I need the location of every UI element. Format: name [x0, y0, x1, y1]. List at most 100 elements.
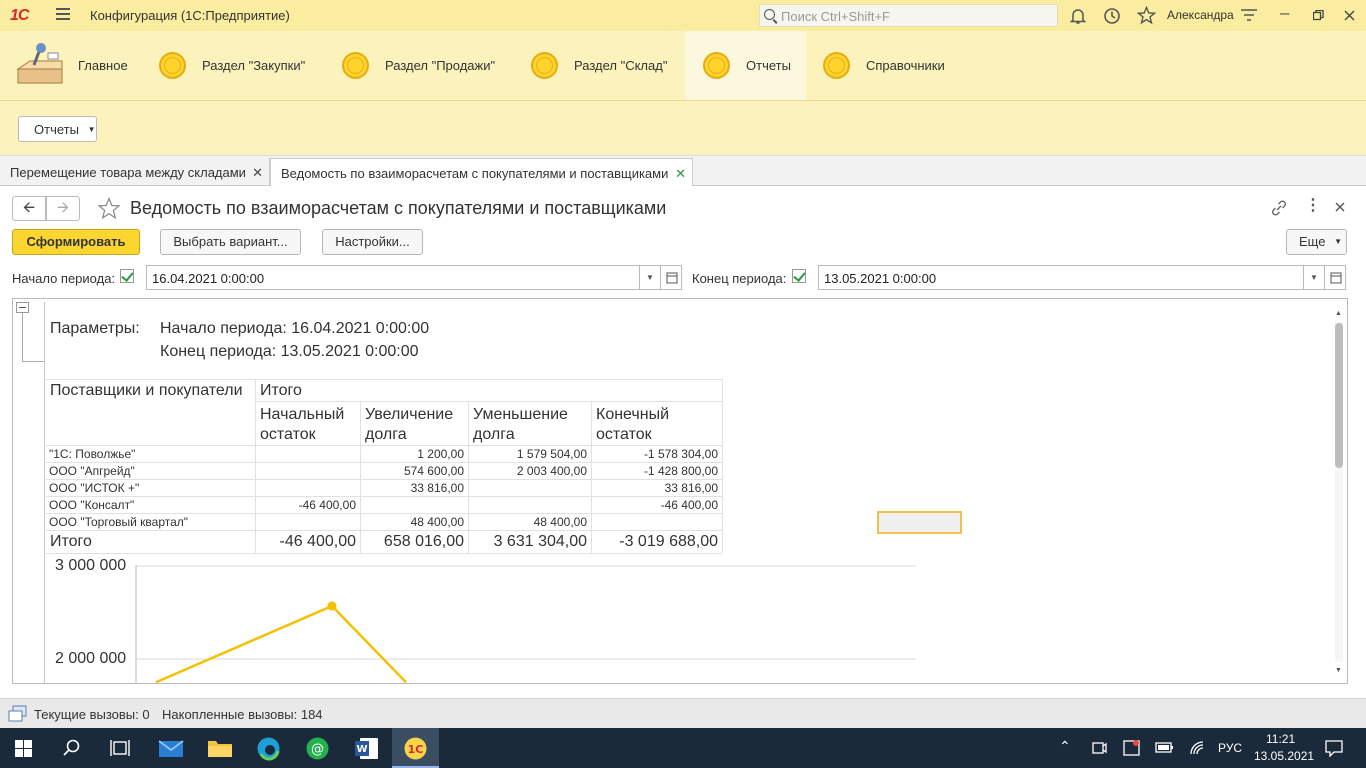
task-view-icon[interactable]: [110, 739, 130, 757]
param-period-start: Начало периода: 16.04.2021 0:00:00: [160, 320, 430, 337]
user-name[interactable]: Александра: [1167, 8, 1234, 22]
row-value-cell[interactable]: -46 400,00: [591, 498, 718, 512]
section-sales[interactable]: Раздел "Продажи": [342, 31, 517, 100]
minimize-icon[interactable]: –: [1280, 4, 1289, 22]
row-value-cell[interactable]: -46 400,00: [255, 498, 356, 512]
edge-browser-icon[interactable]: [256, 736, 281, 761]
server-calls-icon[interactable]: [8, 705, 28, 723]
col-header-line: Начальный: [260, 406, 345, 423]
close-tab-icon[interactable]: ✕: [675, 166, 686, 182]
section-main-label: Главное: [78, 58, 128, 73]
group-header: Поставщики и покупатели: [50, 382, 243, 399]
generate-button[interactable]: Сформировать: [12, 229, 140, 255]
wifi-icon[interactable]: [1188, 739, 1206, 757]
search-icon[interactable]: [63, 739, 81, 757]
current-calls: Текущие вызовы: 0: [34, 707, 150, 722]
data-point[interactable]: [327, 601, 337, 611]
link-icon[interactable]: [1270, 199, 1288, 217]
svg-text:1С: 1С: [408, 743, 424, 756]
forward-arrow-icon[interactable]: 🡪: [46, 196, 80, 221]
tab-goods-transfer[interactable]: Перемещение товара между складами ✕: [0, 158, 270, 187]
star-icon[interactable]: [1137, 6, 1156, 25]
total-closing: -3 019 688,00: [619, 533, 718, 550]
row-counterparty[interactable]: ООО "Апгрейд": [49, 464, 135, 478]
section-purchases[interactable]: Раздел "Закупки": [159, 31, 329, 100]
more-actions-icon[interactable]: ⋮: [1305, 198, 1321, 214]
notification-app-icon[interactable]: [1123, 739, 1141, 757]
file-explorer-icon[interactable]: [207, 737, 233, 759]
messenger-icon[interactable]: @: [305, 736, 330, 761]
back-arrow-icon[interactable]: 🡨: [12, 196, 46, 221]
collapse-group-icon[interactable]: [16, 302, 29, 313]
close-icon[interactable]: [1344, 10, 1355, 21]
settings-menu-icon[interactable]: [1240, 8, 1258, 24]
calendar-icon[interactable]: [660, 265, 682, 290]
more-button[interactable]: Еще ▼: [1286, 229, 1347, 255]
battery-icon[interactable]: [1155, 740, 1175, 756]
search-input[interactable]: Поиск Ctrl+Shift+F: [759, 4, 1058, 27]
clock-date[interactable]: 13.05.2021: [1254, 749, 1314, 763]
row-value-cell[interactable]: 48 400,00: [468, 515, 587, 529]
row-value-cell[interactable]: 33 816,00: [360, 481, 464, 495]
restore-icon[interactable]: [1313, 10, 1324, 21]
windows-start-icon[interactable]: [15, 740, 32, 757]
scrollbar-thumb[interactable]: [1335, 323, 1343, 468]
language-indicator[interactable]: РУС: [1218, 741, 1242, 755]
meet-now-icon[interactable]: [1091, 740, 1107, 756]
tab-settlements-report[interactable]: Ведомость по взаиморасчетам с покупателя…: [270, 158, 693, 188]
section-catalogs[interactable]: Справочники: [823, 31, 963, 100]
row-value-cell[interactable]: 1 579 504,00: [468, 447, 587, 461]
favorite-star-icon[interactable]: [97, 197, 121, 220]
choose-variant-button[interactable]: Выбрать вариант...: [160, 229, 301, 255]
bell-icon[interactable]: [1069, 7, 1087, 25]
row-value-cell[interactable]: 2 003 400,00: [468, 464, 587, 478]
row-counterparty[interactable]: ООО "ИСТОК +": [49, 481, 139, 495]
row-counterparty[interactable]: "1С: Поволжье": [49, 447, 135, 461]
reports-button-label: Отчеты: [34, 122, 79, 137]
tab-label: Ведомость по взаиморасчетам с покупателя…: [281, 166, 669, 181]
period-end-dropdown[interactable]: ▼: [1303, 265, 1325, 290]
word-icon[interactable]: W: [354, 736, 379, 761]
section-warehouse[interactable]: Раздел "Склад": [531, 31, 685, 100]
history-icon[interactable]: [1103, 7, 1121, 25]
row-value-cell[interactable]: 48 400,00: [360, 515, 464, 529]
period-start-dropdown[interactable]: ▼: [639, 265, 661, 290]
reports-dropdown-button[interactable]: Отчеты ▼: [18, 116, 97, 142]
scroll-up-icon[interactable]: ▲: [1335, 310, 1342, 317]
row-counterparty[interactable]: ООО "Торговый квартал": [49, 515, 188, 529]
col-debt-decrease: Уменьшение долга: [473, 405, 568, 445]
section-reports[interactable]: Отчеты: [685, 31, 806, 100]
close-form-icon[interactable]: [1335, 202, 1345, 212]
row-value-cell[interactable]: 33 816,00: [591, 481, 718, 495]
selected-cell[interactable]: [877, 511, 962, 534]
total-decrease: 3 631 304,00: [493, 533, 587, 550]
1c-taskbar-button[interactable]: 1С: [392, 728, 439, 768]
period-end-checkbox[interactable]: [792, 269, 806, 283]
scroll-down-icon[interactable]: ▼: [1335, 667, 1342, 674]
section-warehouse-label: Раздел "Склад": [574, 58, 668, 73]
section-main[interactable]: Главное: [12, 31, 147, 100]
tab-label: Перемещение товара между складами: [10, 165, 246, 180]
row-value-cell[interactable]: -1 428 800,00: [591, 464, 718, 478]
main-menu-icon[interactable]: [56, 8, 70, 20]
params-label: Параметры:: [50, 320, 140, 337]
action-center-icon[interactable]: [1325, 739, 1343, 757]
row-value-cell[interactable]: 574 600,00: [360, 464, 464, 478]
col-header-line: Уменьшение: [473, 406, 568, 423]
show-hidden-icons[interactable]: ⌃: [1059, 738, 1071, 755]
period-start-checkbox[interactable]: [120, 269, 134, 283]
period-end-input[interactable]: 13.05.2021 0:00:00: [818, 265, 1304, 290]
period-start-input[interactable]: 16.04.2021 0:00:00: [146, 265, 640, 290]
grid-line: [46, 530, 722, 531]
row-value-cell[interactable]: -1 578 304,00: [591, 447, 718, 461]
title-bar: 1С Конфигурация (1С:Предприятие) Поиск C…: [0, 0, 1366, 31]
calendar-icon[interactable]: [1324, 265, 1346, 290]
grid-line: [46, 496, 722, 497]
row-value-cell[interactable]: 1 200,00: [360, 447, 464, 461]
row-counterparty[interactable]: ООО "Консалт": [49, 498, 134, 512]
close-tab-icon[interactable]: ✕: [252, 165, 263, 181]
settings-button[interactable]: Настройки...: [322, 229, 423, 255]
col-header-line: долга: [473, 426, 515, 443]
clock-time[interactable]: 11:21: [1266, 732, 1295, 746]
mail-icon[interactable]: [158, 737, 184, 759]
